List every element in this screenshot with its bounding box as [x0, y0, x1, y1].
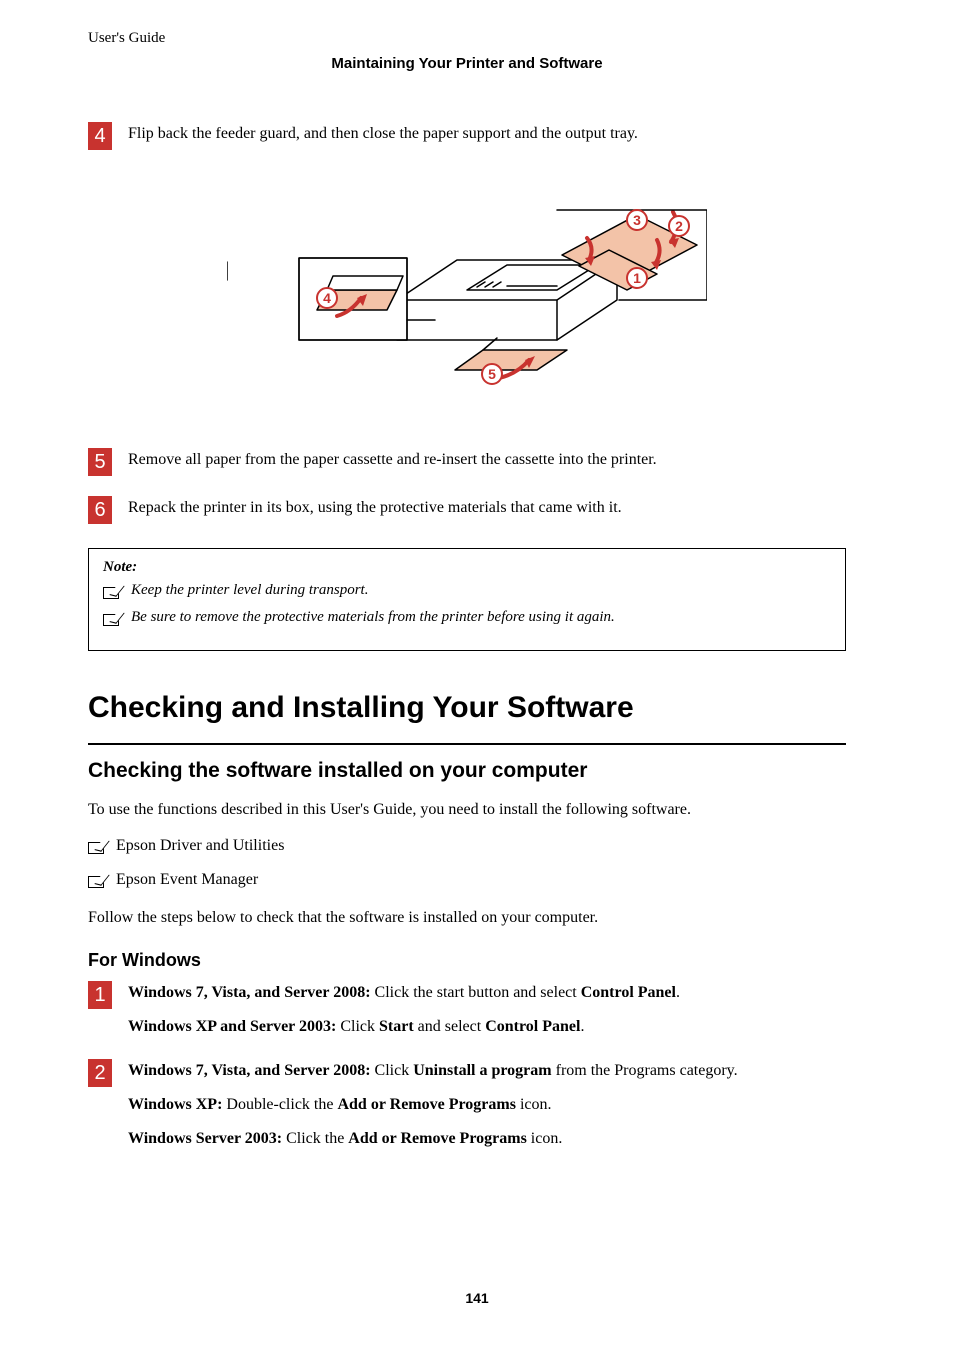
note-item: Be sure to remove the protective materia…	[131, 609, 615, 626]
svg-text:3: 3	[633, 212, 641, 228]
svg-text:4: 4	[323, 290, 331, 306]
note-item: Keep the printer level during transport.	[131, 582, 368, 599]
software-item: Epson Event Manager	[116, 871, 258, 889]
win-step-text-1: Windows 7, Vista, and Server 2008: Click…	[128, 981, 846, 1039]
heading-3: For Windows	[88, 950, 846, 971]
svg-text:5: 5	[488, 366, 496, 382]
win-step-text-2: Windows 7, Vista, and Server 2008: Click…	[128, 1059, 846, 1151]
svg-text:2: 2	[675, 218, 683, 234]
printer-illustration: 1 2 3 4 5	[227, 170, 707, 420]
win-step-number-2: 2	[88, 1059, 112, 1087]
running-header-section: Maintaining Your Printer and Software	[88, 55, 846, 72]
bullet-icon	[103, 587, 119, 599]
software-item: Epson Driver and Utilities	[116, 837, 284, 855]
heading-1: Checking and Installing Your Software	[88, 691, 846, 725]
step-number-4: 4	[88, 122, 112, 150]
step-text-6: Repack the printer in its box, using the…	[128, 496, 846, 520]
win-step-number-1: 1	[88, 981, 112, 1009]
note-label: Note:	[103, 559, 831, 576]
bullet-icon	[88, 842, 104, 854]
svg-text:1: 1	[633, 270, 641, 286]
step-number-5: 5	[88, 448, 112, 476]
step-text-4: Flip back the feeder guard, and then clo…	[128, 122, 846, 146]
bullet-icon	[103, 614, 119, 626]
step-number-6: 6	[88, 496, 112, 524]
step-text-5: Remove all paper from the paper cassette…	[128, 448, 846, 472]
intro-paragraph: To use the functions described in this U…	[88, 797, 846, 823]
bullet-icon	[88, 876, 104, 888]
heading-2: Checking the software installed on your …	[88, 743, 846, 783]
running-header-guide: User's Guide	[88, 30, 846, 47]
follow-paragraph: Follow the steps below to check that the…	[88, 905, 846, 931]
page-number: 141	[0, 1290, 954, 1306]
note-box: Note: Keep the printer level during tran…	[88, 548, 846, 651]
